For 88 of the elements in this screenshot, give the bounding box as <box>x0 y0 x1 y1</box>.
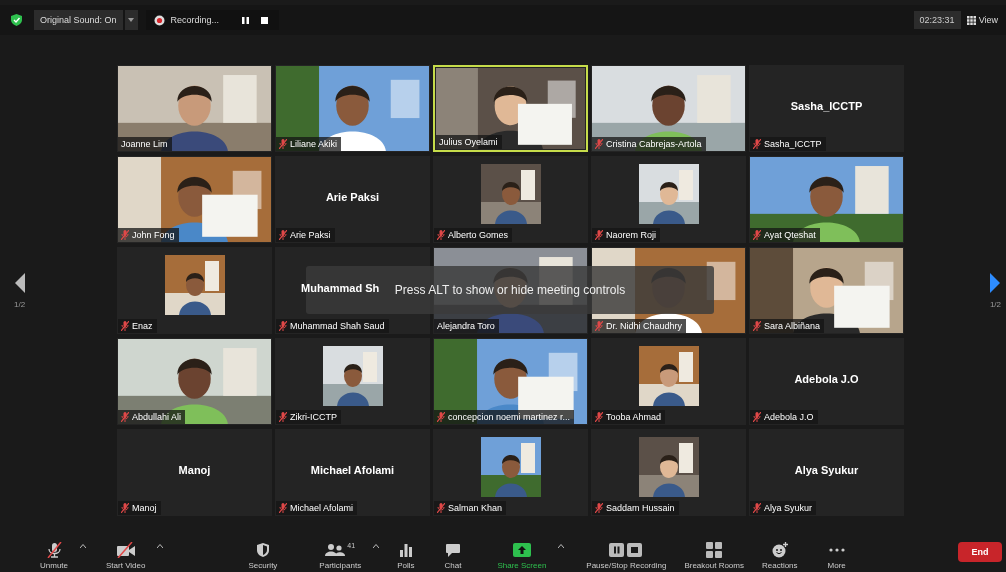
four-squares-icon <box>706 542 723 558</box>
participant-name: Manoj <box>178 463 211 476</box>
original-sound-button[interactable]: Original Sound: On <box>34 10 123 30</box>
toolbar-button[interactable]: Reactions <box>762 542 798 570</box>
button-label: Security <box>248 561 278 570</box>
share-screen-icon <box>512 542 531 558</box>
button-label: Breakout Rooms <box>684 561 744 570</box>
next-page-button[interactable]: 1/2 <box>989 272 1001 309</box>
participant-name: Cristina Cabrejas-Artola <box>606 139 702 149</box>
button-label: Pause/Stop Recording <box>586 561 667 570</box>
participant-name: Alejandra Toro <box>437 321 495 331</box>
participant-name: Adebola J.O <box>794 372 859 385</box>
caret-icon <box>157 544 164 548</box>
toolbar-button[interactable]: Share Screen <box>497 542 547 570</box>
participant-name: Abdullahi Ali <box>132 412 182 422</box>
caret-icon <box>373 544 380 548</box>
participant-name: Ayat Qteshat <box>764 230 816 240</box>
toolbar-button[interactable]: Security <box>248 542 278 570</box>
grid-icon <box>966 15 976 25</box>
participant-name: Joanne Lim <box>121 139 168 149</box>
participant-name: Arie Paksi <box>290 230 331 240</box>
participant-name: Muhammad Shah Saud <box>290 321 385 331</box>
participant-name: Zikri-ICCTP <box>290 412 337 422</box>
participant-name: Alberto Gomes <box>448 230 509 240</box>
options-caret-button[interactable] <box>157 544 164 548</box>
bar-chart-icon <box>398 542 413 558</box>
participant-name: Tooba Ahmad <box>606 412 662 422</box>
toolbar-button[interactable]: Unmute <box>40 542 68 570</box>
toolbar-button[interactable]: Breakout Rooms <box>684 542 744 570</box>
hint-message: Press ALT to show or hide meeting controls <box>394 283 626 297</box>
participant-name: concepcion noemi martinez r... <box>448 412 571 422</box>
button-label: Share Screen <box>497 561 547 570</box>
participant-name: Michael Afolami <box>290 503 354 513</box>
left-arrow-icon <box>14 272 25 293</box>
participant-name: Arie Paksi <box>325 190 380 203</box>
button-label: Start Video <box>106 561 146 570</box>
participant-name: Manoj <box>132 503 157 513</box>
caret-icon <box>558 544 565 548</box>
button-label: Unmute <box>40 561 68 570</box>
participant-name: Enaz <box>132 321 153 331</box>
participant-name: Liliane Akiki <box>290 139 338 149</box>
camera-off-icon <box>115 542 136 558</box>
view-button[interactable]: View <box>966 15 998 25</box>
toolbar-button[interactable]: Start Video <box>106 542 146 570</box>
participant-name: John Fong <box>132 230 175 240</box>
toolbar-button[interactable]: Polls <box>397 542 415 570</box>
button-label: Participants <box>319 561 362 570</box>
options-caret-button[interactable] <box>80 544 86 548</box>
participant-name: Muhammad Sh <box>301 281 380 294</box>
participant-name: Saddam Hussain <box>606 503 675 513</box>
participant-name: Julius Oyelami <box>439 137 498 147</box>
pause-stop-icon <box>609 542 644 558</box>
button-label: More <box>827 561 846 570</box>
options-caret-button[interactable] <box>373 544 380 548</box>
shield-icon <box>255 542 270 558</box>
participant-name: Michael Afolami <box>310 463 395 476</box>
right-arrow-icon <box>990 272 1001 293</box>
recording-status: Recording... <box>170 15 220 25</box>
participant-name: Adebola J.O <box>764 412 814 422</box>
muted-microphone-icon <box>46 542 62 558</box>
participant-name: Salman Khan <box>448 503 503 513</box>
smiley-icon <box>771 542 788 558</box>
caret-icon <box>80 544 86 548</box>
pause-icon <box>242 16 250 24</box>
participant-name: Sasha_ICCTP <box>790 99 863 112</box>
toolbar-button[interactable]: Pause/Stop Recording <box>586 542 667 570</box>
participant-name: Alya Syukur <box>764 503 813 513</box>
toolbar-button[interactable]: Chat <box>444 542 462 570</box>
button-label: Reactions <box>762 561 798 570</box>
participant-name: Alya Syukur <box>794 463 859 476</box>
chat-bubble-icon <box>444 542 461 558</box>
previous-page-button[interactable]: 1/2 <box>14 272 26 309</box>
recording-icon <box>153 14 165 26</box>
dropdown-button[interactable] <box>124 10 138 30</box>
participant-name: Sasha_ICCTP <box>764 139 822 149</box>
button-label: Chat <box>444 561 462 570</box>
participant-name: Sara Albiñana <box>764 321 821 331</box>
button-label: Polls <box>397 561 415 570</box>
toolbar-button[interactable]: More <box>827 542 846 570</box>
stop-icon <box>261 16 269 24</box>
participant-name: Naorem Roji <box>606 230 656 240</box>
end-meeting-button[interactable]: End <box>958 542 1002 562</box>
caret-icon <box>128 18 135 22</box>
people-icon <box>325 542 346 558</box>
encryption-shield-icon <box>11 14 22 26</box>
options-caret-button[interactable] <box>558 544 565 548</box>
participant-name: Dr. Nidhi Chaudhry <box>606 321 683 331</box>
meeting-timer: 02:23:31 <box>913 11 961 29</box>
